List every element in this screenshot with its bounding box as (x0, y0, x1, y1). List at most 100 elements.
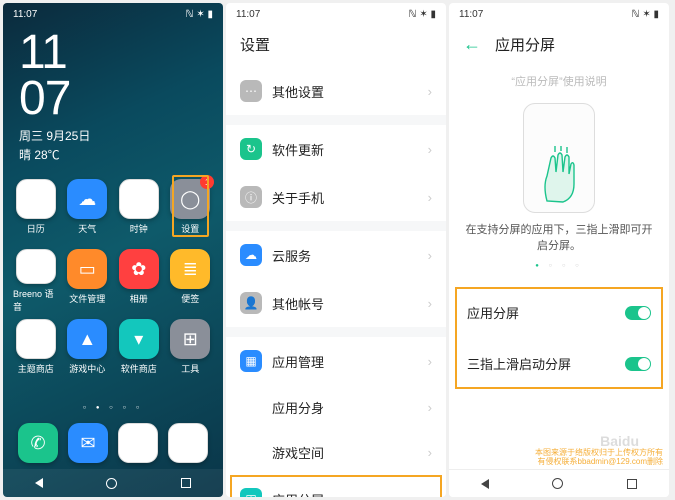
row-label: 云服务 (272, 246, 428, 265)
gamecenter-icon: ▲ (67, 319, 107, 359)
appstore-icon: ▾ (119, 319, 159, 359)
dock-phone[interactable]: ✆ (18, 423, 58, 463)
phone-icon: ✆ (18, 423, 58, 463)
app-gamecenter[interactable]: ▲游戏中心 (65, 319, 111, 383)
toggle-switch[interactable] (625, 306, 651, 320)
clock-icon: ⏲ (119, 179, 159, 219)
gesture-illustration (523, 103, 595, 213)
section-gap (226, 221, 446, 231)
hint-text: “应用分屏”使用说明 (463, 73, 655, 89)
row-other[interactable]: ⋯ 其他设置› (226, 67, 446, 115)
app-notes[interactable]: ≣便签 (168, 249, 214, 313)
browser-icon: ◐ (118, 423, 158, 463)
chevron-right-icon: › (428, 492, 432, 498)
app-label: 软件商店 (121, 362, 157, 375)
toggle-switch[interactable] (625, 357, 651, 371)
chevron-right-icon: › (428, 400, 432, 415)
split-screen-settings: 11:07 ℕ ✶ ▮ ← 应用分屏 “应用分屏”使用说明 在支持分屏的应用下，… (449, 3, 669, 497)
app-label: 日历 (27, 222, 45, 235)
toggle-list: 应用分屏 三指上滑启动分屏 (449, 287, 669, 389)
clock-min: 07 (19, 76, 207, 122)
back-icon[interactable]: ← (463, 34, 481, 55)
chevron-right-icon: › (428, 84, 432, 99)
row-accounts[interactable]: 👤其他帐号› (226, 279, 446, 327)
toggle-three-finger[interactable]: 三指上滑启动分屏 (449, 338, 669, 389)
status-icons: ℕ ✶ ▮ (632, 9, 659, 20)
statusbar: 11:07 ℕ ✶ ▮ (449, 3, 669, 22)
app-theme[interactable]: ♣ 主题商店 (13, 319, 59, 383)
settings-screen: 11:07 ℕ ✶ ▮ 设置 ⋯其他设置›↻软件更新›ⓘ关于手机›☁云服务›👤其… (226, 3, 446, 497)
breeno-icon: ◔ (16, 249, 56, 284)
nav-back-icon[interactable] (35, 478, 43, 488)
status-icons: ℕ ✶ ▮ (186, 9, 213, 20)
nav-home-icon[interactable] (552, 478, 563, 489)
photos-icon: ✿ (119, 249, 159, 289)
row-label: 游戏空间 (272, 443, 428, 462)
app-clock[interactable]: ⏲ 时钟 (116, 179, 162, 243)
row-splitscreen[interactable]: ◫ 应用分屏› (226, 475, 446, 497)
toggle-enable-split[interactable]: 应用分屏 (449, 287, 669, 338)
chevron-right-icon: › (428, 296, 432, 311)
row-appmgmt[interactable]: ▦应用管理› (226, 337, 446, 385)
dock-camera[interactable]: ◉ (168, 423, 208, 463)
app-breeno[interactable]: ◔Breeno 语音 (13, 249, 59, 313)
page-title: 设置 (240, 34, 270, 55)
chevron-right-icon: › (428, 445, 432, 460)
update-icon: ↻ (240, 138, 262, 160)
dock: ✆✉◐◉ (3, 415, 223, 469)
app-appstore[interactable]: ▾ 软件商店 (116, 319, 162, 383)
hand-icon (537, 146, 581, 206)
chevron-right-icon: › (428, 248, 432, 263)
chevron-right-icon: › (428, 190, 432, 205)
nav-bar (3, 469, 223, 497)
nav-bar (449, 469, 669, 497)
nav-home-icon[interactable] (106, 478, 117, 489)
row-cloud[interactable]: ☁云服务› (226, 231, 446, 279)
toggle-label: 三指上滑启动分屏 (467, 354, 625, 373)
row-gamespace[interactable]: 游戏空间› (226, 430, 446, 475)
weather-text: 晴 28℃ (19, 146, 207, 163)
row-appclone[interactable]: 应用分身› (226, 385, 446, 430)
status-time: 11:07 (459, 9, 483, 20)
files-icon: ▭ (67, 249, 107, 289)
row-update[interactable]: ↻软件更新› (226, 125, 446, 173)
nav-recent-icon[interactable] (627, 479, 637, 489)
row-label: 关于手机 (272, 188, 428, 207)
titlebar: ← 应用分屏 (449, 22, 669, 67)
app-tools[interactable]: ⊞工具 (168, 319, 214, 383)
theme-icon: ♣ (16, 319, 56, 359)
settings-list: ⋯其他设置›↻软件更新›ⓘ关于手机›☁云服务›👤其他帐号›▦应用管理›应用分身›… (226, 67, 446, 497)
message-icon: ✉ (68, 423, 108, 463)
dock-message[interactable]: ✉ (68, 423, 108, 463)
toggle-label: 应用分屏 (467, 303, 625, 322)
app-label: 时钟 (130, 222, 148, 235)
row-about[interactable]: ⓘ 关于手机› (226, 173, 446, 221)
app-weather[interactable]: ☁天气 (65, 179, 111, 243)
chevron-right-icon: › (428, 142, 432, 157)
section-gap (226, 327, 446, 337)
statusbar: 11:07 ℕ ✶ ▮ (3, 3, 223, 22)
instruction-text: 在支持分屏的应用下，三指上滑即可开启分屏。 (463, 221, 655, 253)
row-label: 应用分屏 (272, 490, 428, 498)
app-label: 主题商店 (18, 362, 54, 375)
app-calendar[interactable]: 25日历 (13, 179, 59, 243)
splitscreen-icon: ◫ (240, 488, 262, 497)
pager-dots: ● ○ ○ ○ (463, 263, 655, 269)
app-settings[interactable]: ◯1设置 (168, 179, 214, 243)
app-files[interactable]: ▭文件管理 (65, 249, 111, 313)
status-time: 11:07 (236, 9, 260, 20)
nav-back-icon[interactable] (481, 479, 489, 489)
dock-browser[interactable]: ◐ (118, 423, 158, 463)
other-icon: ⋯ (240, 80, 262, 102)
app-label: 便签 (181, 292, 199, 305)
home-screen: 11:07 ℕ ✶ ▮ 11 07 周三 9月25日 晴 28℃ 25日历☁天气… (3, 3, 223, 497)
weather-icon: ☁ (67, 179, 107, 219)
row-label: 其他设置 (272, 82, 428, 101)
highlight-box (172, 175, 210, 237)
app-photos[interactable]: ✿相册 (116, 249, 162, 313)
row-label: 应用分身 (272, 398, 428, 417)
instruction-area: “应用分屏”使用说明 在支持分屏的应用下，三指上滑即可开启分屏。 ● ○ ○ ○ (449, 67, 669, 269)
row-label: 其他帐号 (272, 294, 428, 313)
about-icon: ⓘ (240, 186, 262, 208)
nav-recent-icon[interactable] (181, 478, 191, 488)
